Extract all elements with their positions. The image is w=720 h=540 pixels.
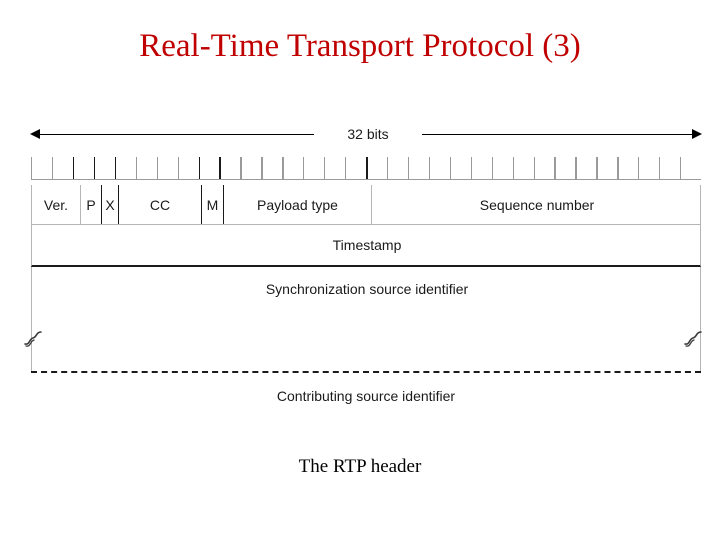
- bit-tick: [51, 157, 54, 179]
- bit-tick: [659, 157, 661, 179]
- break-squiggle-icon: [22, 327, 48, 353]
- bit-tick: [177, 157, 179, 179]
- table-row-gap: [31, 311, 701, 371]
- field-padding: P: [80, 185, 101, 224]
- bit-tick: [680, 157, 682, 179]
- field-payload-type: Payload type: [223, 185, 371, 224]
- table-row: Ver. P X CC M Payload type Sequence numb…: [31, 185, 701, 225]
- bit-width-arrow: 32 bits: [30, 124, 702, 146]
- bit-tick: [240, 157, 242, 179]
- bit-width-label: 32 bits: [314, 124, 422, 144]
- bit-tick: [198, 157, 200, 179]
- bit-tick: [533, 157, 535, 179]
- bit-tick: [638, 157, 640, 179]
- field-csrc-count: CC: [118, 185, 201, 224]
- bit-tick: [554, 157, 556, 179]
- field-extension: X: [101, 185, 118, 224]
- field-sequence-number: Sequence number: [371, 185, 702, 224]
- break-squiggle-icon: [682, 327, 708, 353]
- bit-tick: [366, 157, 368, 179]
- field-marker: M: [201, 185, 223, 224]
- field-csrc-identifier: Contributing source identifier: [276, 388, 456, 404]
- bit-tick: [303, 157, 305, 179]
- table-row: Timestamp: [31, 225, 701, 267]
- bit-tick: [345, 157, 347, 179]
- bit-tick: [324, 157, 326, 179]
- field-ssrc: Synchronization source identifier: [265, 281, 469, 297]
- bit-tick: [596, 157, 598, 179]
- table-row: Synchronization source identifier: [31, 267, 701, 311]
- field-version: Ver.: [43, 196, 69, 213]
- bit-tick: [575, 157, 577, 179]
- bit-tick: [261, 157, 263, 179]
- arrow-line-right: [422, 134, 696, 135]
- bit-tick: [31, 157, 33, 179]
- arrow-line-left: [36, 134, 314, 135]
- bit-ruler: [31, 157, 701, 183]
- bit-tick: [114, 157, 117, 179]
- ruler-baseline: [31, 179, 701, 180]
- bit-tick: [617, 157, 619, 179]
- bit-tick: [156, 157, 158, 179]
- bit-tick: [386, 157, 389, 179]
- bit-tick: [407, 157, 410, 179]
- bit-tick: [491, 157, 493, 179]
- figure-caption: The RTP header: [298, 456, 422, 477]
- bit-tick: [282, 157, 284, 179]
- arrow-right-head-icon: [692, 128, 702, 139]
- bit-tick: [72, 157, 75, 179]
- bit-tick: [449, 157, 452, 179]
- bit-tick: [93, 157, 96, 179]
- bit-tick: [512, 157, 514, 179]
- bit-tick: [135, 157, 137, 179]
- bit-tick: [428, 157, 431, 179]
- bit-tick: [470, 157, 472, 179]
- field-timestamp: Timestamp: [332, 237, 402, 253]
- bit-tick: [219, 157, 221, 179]
